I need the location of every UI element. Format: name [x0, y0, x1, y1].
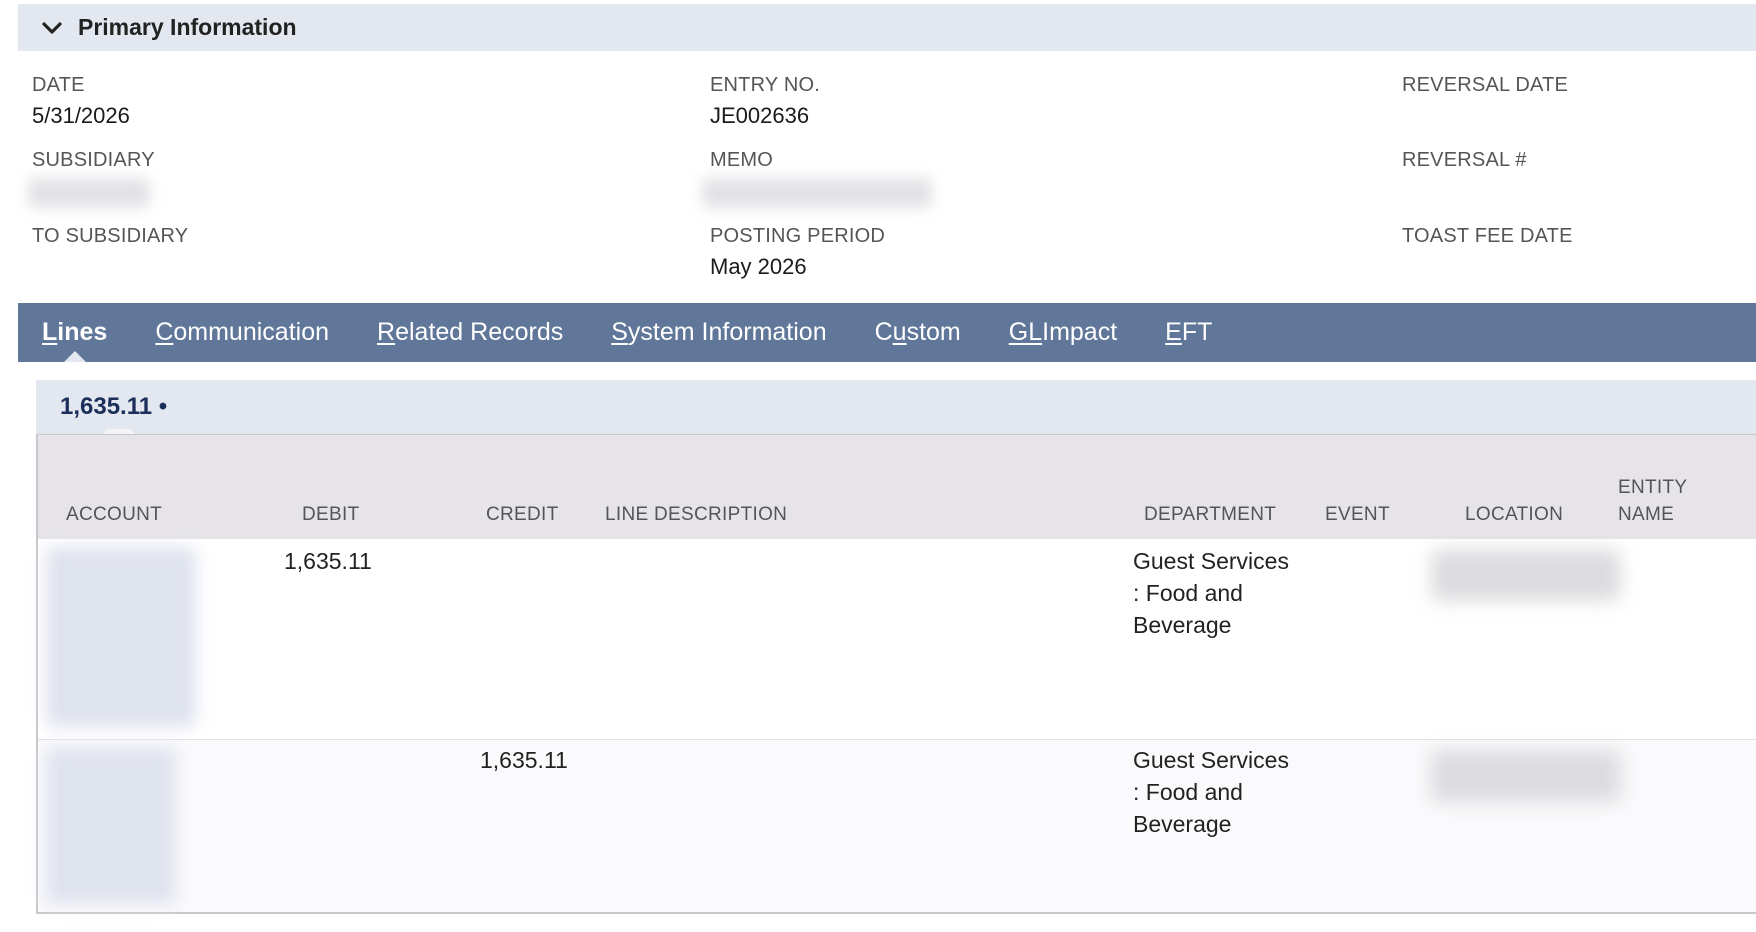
section-title: Primary Information: [78, 14, 297, 40]
record-tabbar: Lines Communication Related Records Syst…: [18, 303, 1756, 362]
location-value-redacted: [1431, 750, 1621, 802]
column-header-entity-name-line1: ENTITY: [1618, 477, 1688, 498]
tab-eft-accesskey: E: [1165, 318, 1182, 346]
date-field: DATE 5/31/2026: [32, 74, 130, 129]
column-header-credit[interactable]: CREDIT: [486, 501, 559, 528]
department-line: Guest Services: [1133, 747, 1289, 773]
department-cell: Guest Services : Food and Beverage: [1133, 744, 1289, 840]
department-cell: Guest Services : Food and Beverage: [1133, 545, 1289, 641]
column-header-entity-name[interactable]: ENTITY NAME: [1618, 474, 1687, 528]
to-subsidiary-field: TO SUBSIDIARY: [32, 225, 188, 248]
tab-system-information[interactable]: System Information: [611, 303, 826, 362]
toast-fee-date-field: TOAST FEE DATE: [1402, 225, 1573, 248]
memo-field: MEMO: [710, 149, 773, 172]
to-subsidiary-label: TO SUBSIDIARY: [32, 225, 189, 247]
column-header-department[interactable]: DEPARTMENT: [1144, 501, 1276, 528]
tab-related-records-label: elated Records: [395, 318, 564, 346]
tab-eft-label: FT: [1181, 318, 1213, 346]
tab-custom[interactable]: Cu stom: [875, 303, 961, 362]
posting-period-label: POSTING PERIOD: [710, 225, 886, 247]
department-line: Beverage: [1133, 612, 1232, 638]
entry-no-field: ENTRY NO. JE002636: [710, 74, 820, 129]
grid-header: ACCOUNT DEBIT CREDIT LINE DESCRIPTION DE…: [38, 435, 1756, 539]
debit-cell: 1,635.11: [284, 548, 372, 574]
tab-eft[interactable]: E FT: [1165, 303, 1212, 362]
column-header-event[interactable]: EVENT: [1325, 501, 1390, 528]
toast-fee-date-label: TOAST FEE DATE: [1402, 225, 1573, 247]
tab-custom-label: stom: [906, 318, 961, 346]
reversal-number-field: REVERSAL #: [1402, 149, 1527, 172]
department-line: Guest Services: [1133, 548, 1289, 574]
entry-no-label: ENTRY NO.: [710, 74, 820, 96]
tab-gl-impact[interactable]: GL Impact: [1009, 303, 1117, 362]
date-value: 5/31/2026: [32, 103, 130, 128]
account-value-redacted: [46, 748, 176, 904]
location-value-redacted: [1431, 549, 1621, 601]
subtab-total[interactable]: 1,635.11 •: [36, 380, 196, 435]
subsidiary-value-redacted: [28, 178, 150, 208]
tab-system-information-accesskey: S: [611, 318, 628, 346]
entry-no-value: JE002636: [710, 103, 810, 128]
memo-label: MEMO: [710, 149, 774, 171]
memo-value-redacted: [702, 178, 932, 208]
tab-communication[interactable]: Communication: [155, 303, 329, 362]
date-label: DATE: [32, 74, 85, 96]
primary-information-header[interactable]: Primary Information: [18, 4, 1756, 51]
reversal-date-field: REVERSAL DATE: [1402, 74, 1568, 97]
column-header-entity-name-line2: NAME: [1618, 504, 1675, 525]
table-row[interactable]: 1,635.11 Guest Services : Food and Bever…: [38, 740, 1756, 912]
department-line: : Food and: [1133, 580, 1243, 606]
tab-related-records[interactable]: Related Records: [377, 303, 563, 362]
department-line: Beverage: [1133, 811, 1232, 837]
lines-subtab-strip: 1,635.11 •: [36, 380, 1756, 435]
subsidiary-label: SUBSIDIARY: [32, 149, 155, 171]
table-row[interactable]: 1,635.11 Guest Services : Food and Bever…: [38, 539, 1756, 740]
posting-period-field: POSTING PERIOD May 2026: [710, 225, 885, 280]
tab-gl-impact-accesskey: GL: [1008, 318, 1043, 346]
reversal-number-label: REVERSAL #: [1402, 149, 1527, 171]
tab-lines[interactable]: Lines: [42, 303, 107, 362]
tab-custom-prefix: C: [874, 318, 893, 346]
tab-lines-label: ines: [57, 318, 108, 346]
chevron-down-icon[interactable]: [32, 21, 72, 35]
posting-period-value: May 2026: [710, 254, 807, 279]
lines-grid: ACCOUNT DEBIT CREDIT LINE DESCRIPTION DE…: [36, 434, 1756, 914]
reversal-date-label: REVERSAL DATE: [1402, 74, 1568, 96]
credit-cell: 1,635.11: [480, 747, 568, 773]
tab-gl-impact-label: Impact: [1042, 318, 1118, 346]
account-value-redacted: [46, 547, 196, 727]
tab-system-information-label: ystem Information: [627, 318, 827, 346]
tab-custom-accesskey: u: [892, 318, 907, 346]
tab-related-records-accesskey: R: [377, 318, 396, 346]
department-line: : Food and: [1133, 779, 1243, 805]
tab-communication-label: ommunication: [173, 318, 330, 346]
column-header-debit[interactable]: DEBIT: [302, 501, 359, 528]
column-header-line-description[interactable]: LINE DESCRIPTION: [605, 501, 787, 528]
tab-communication-accesskey: C: [155, 318, 174, 346]
column-header-account[interactable]: ACCOUNT: [66, 501, 162, 528]
column-header-location[interactable]: LOCATION: [1465, 501, 1563, 528]
subtab-total-label: 1,635.11 •: [60, 393, 168, 420]
tab-lines-accesskey: L: [42, 318, 58, 346]
subsidiary-field: SUBSIDIARY: [32, 149, 155, 172]
